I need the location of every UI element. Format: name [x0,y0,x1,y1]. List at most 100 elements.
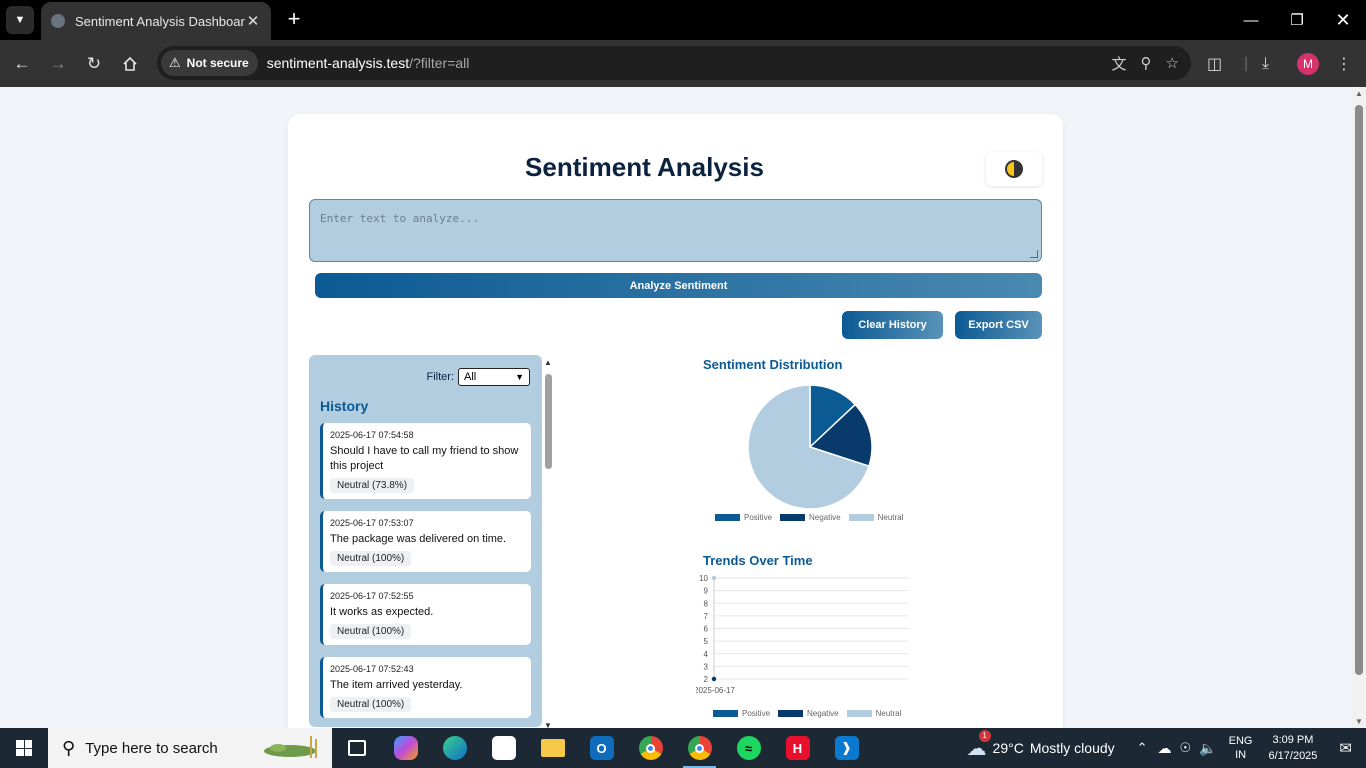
pie-chart-title: Sentiment Distribution [703,357,843,372]
chevron-down-icon: ▼ [14,14,26,26]
bookmark-star-icon[interactable]: ☆ [1166,54,1179,72]
spotify-button[interactable]: ≈ [724,728,773,768]
new-tab-button[interactable]: + [282,8,306,32]
legend-item[interactable]: Negative [778,709,839,718]
history-item[interactable]: 2025-06-17 07:52:43 The item arrived yes… [320,657,531,718]
copilot-button[interactable] [381,728,430,768]
weather-badge: 1 [978,729,991,742]
task-view-button[interactable] [332,728,381,768]
filter-select[interactable]: All ▼ [458,368,530,386]
url-text[interactable]: sentiment-analysis.test/?filter=all [267,55,470,71]
legend-swatch [780,514,806,522]
clock-date: 6/17/2025 [1268,750,1318,762]
home-button[interactable] [116,50,144,78]
network-icon[interactable]: ☉ [1180,740,1192,756]
browser-tab[interactable]: Sentiment Analysis Dashboard ✕ [41,2,271,40]
close-tab-icon[interactable]: ✕ [245,12,261,30]
history-item[interactable]: 2025-06-17 07:53:07 The package was deli… [320,511,531,572]
trend-legend: Positive Negative Neutral [713,709,901,718]
analyze-button[interactable]: Analyze Sentiment [315,273,1042,298]
legend-item[interactable]: Positive [713,709,770,718]
scroll-down-icon[interactable]: ▼ [543,721,553,728]
y-tick-label: 10 [699,574,708,583]
history-text: The item arrived yesterday. [330,679,463,691]
legend-label: Neutral [875,709,902,718]
profile-button[interactable]: M [1297,50,1319,78]
notification-icon[interactable]: ✉ [1339,739,1352,757]
clear-history-button[interactable]: Clear History [842,311,943,339]
windows-logo-icon [16,740,32,756]
start-button[interactable] [0,728,48,768]
legend-item[interactable]: Negative [780,513,841,522]
history-timestamp: 2025-06-17 07:54:58 [330,430,414,440]
theme-toggle-button[interactable] [986,152,1042,186]
legend-item[interactable]: Neutral [848,513,903,522]
forward-button[interactable]: → [44,50,72,78]
resize-handle-icon[interactable] [1030,250,1038,258]
weather-widget[interactable]: ☁ 1 29°C Mostly cloudy [967,729,1115,761]
outlook-icon: O [589,736,614,760]
sentiment-badge: Neutral (73.8%) [330,478,415,493]
edge-button[interactable] [430,728,479,768]
export-csv-button[interactable]: Export CSV [955,311,1042,339]
page-scrollbar[interactable]: ▲ ▼ [1352,87,1366,728]
history-text: The package was delivered on time. [330,533,507,545]
legend-item[interactable]: Positive [715,513,772,522]
store-icon [491,736,516,760]
history-scrollbar[interactable]: ▲ ▼ [543,358,553,728]
home-icon [123,56,137,71]
clock[interactable]: 3:09 PM 6/17/2025 [1268,732,1317,764]
legend-swatch [846,710,872,718]
taskbar-search[interactable]: ⚲ Type here to search [48,728,332,768]
language-indicator[interactable]: ENG IN [1229,734,1253,762]
volume-icon[interactable]: 🔈 [1199,740,1216,757]
translate-icon[interactable]: 文 [1112,53,1127,74]
page-scrollbar-thumb[interactable] [1355,105,1363,675]
windows-taskbar: ⚲ Type here to search O ≈ H ❱ ☁ 1 29°C M… [0,728,1366,768]
legend-swatch [713,710,738,718]
tab-search-button[interactable]: ▼ [6,6,34,34]
filter-row: Filter: All ▼ [427,368,530,386]
scroll-up-icon[interactable]: ▲ [1352,89,1366,98]
legend-item[interactable]: Neutral [846,709,902,718]
address-bar[interactable]: ⚠ Not secure sentiment-analysis.test/?fi… [157,46,1191,80]
security-chip[interactable]: ⚠ Not secure [161,50,258,76]
scroll-up-icon[interactable]: ▲ [543,358,553,367]
weather-desc: Mostly cloudy [1029,740,1115,756]
avatar: M [1297,53,1319,75]
spotify-icon: ≈ [736,736,761,760]
onedrive-icon[interactable]: ☁ [1158,740,1172,757]
sentiment-badge: Neutral (100%) [330,624,412,639]
scrollbar-thumb[interactable] [545,374,552,469]
y-tick-label: 3 [704,662,709,671]
history-panel[interactable]: Filter: All ▼ History 2025-06-17 07:54:5… [309,355,542,727]
app-h-button[interactable]: H [773,728,822,768]
file-explorer-button[interactable] [528,728,577,768]
chevron-up-icon[interactable]: ⌃ [1137,740,1148,756]
store-button[interactable] [479,728,528,768]
restore-button[interactable]: ❐ [1274,0,1320,40]
page-viewport: Sentiment Analysis Enter text to analyze… [0,87,1366,728]
language-code: ENG [1228,735,1253,747]
history-item[interactable]: 2025-06-17 07:54:58 Should I have to cal… [320,423,531,499]
back-button[interactable]: ← [8,50,36,78]
zoom-icon[interactable]: ⚲ [1141,54,1152,72]
chrome-button[interactable] [626,728,675,768]
search-highlight-image [264,736,317,758]
folder-icon [540,739,565,757]
chevron-down-icon: ▼ [515,372,524,382]
y-tick-label: 8 [704,599,709,608]
close-window-button[interactable]: ✕ [1320,0,1366,40]
downloads-button[interactable]: ⤓ [1262,50,1269,78]
history-item[interactable]: 2025-06-17 07:52:55 It works as expected… [320,584,531,645]
browser-menu-button[interactable]: ⋮ [1336,50,1352,78]
scroll-down-icon[interactable]: ▼ [1352,717,1366,726]
outlook-button[interactable]: O [577,728,626,768]
minimize-button[interactable]: — [1228,0,1274,40]
text-input[interactable]: Enter text to analyze... [309,199,1042,262]
extensions-button[interactable]: ◫ [1207,50,1222,78]
text-input-placeholder: Enter text to analyze... [320,212,479,225]
vscode-button[interactable]: ❱ [822,728,871,768]
chrome-profile-button[interactable] [675,728,724,768]
reload-button[interactable]: ↻ [80,50,108,78]
